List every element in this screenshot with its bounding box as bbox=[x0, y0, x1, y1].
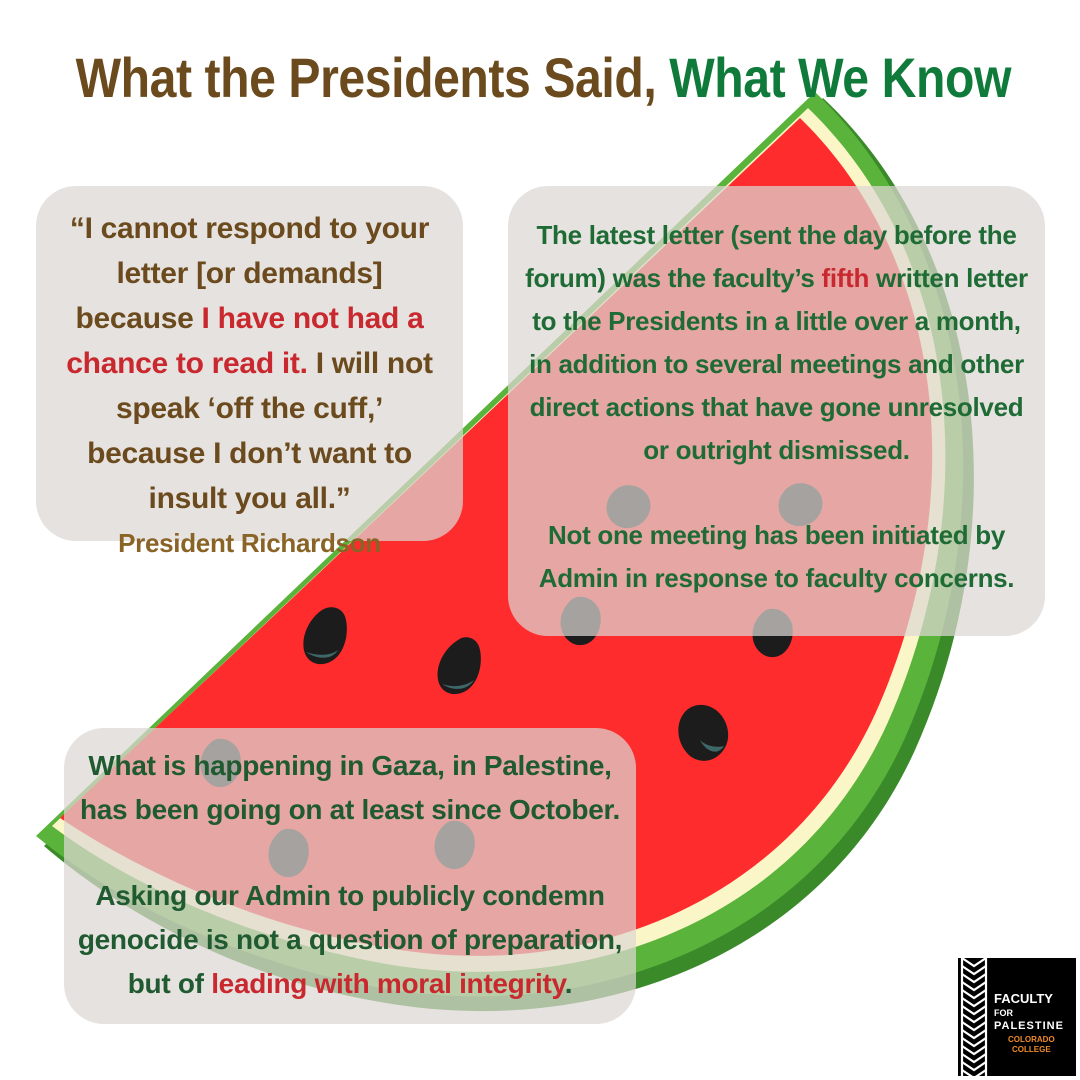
meeting-paragraph: Not one meeting has been initiated by Ad… bbox=[538, 520, 1015, 593]
gaza-paragraph: What is happening in Gaza, in Palestine,… bbox=[79, 750, 621, 825]
president-quote-box: “I cannot respond to your letter [or dem… bbox=[36, 186, 463, 558]
title-part-said: What the Presidents Said, bbox=[75, 46, 657, 109]
title-part-know: What We Know bbox=[669, 46, 1011, 109]
letter-text-highlight: fifth bbox=[821, 263, 870, 293]
logo-line-faculty: FACULTY bbox=[994, 991, 1053, 1006]
condemn-text-highlight: leading with moral integrity bbox=[211, 968, 565, 999]
quote-attribution: President Richardson bbox=[118, 528, 381, 558]
condemn-paragraph: Asking our Admin to publicly condemn gen… bbox=[64, 874, 636, 1006]
logo-line-for: FOR bbox=[994, 1008, 1013, 1018]
condemn-text-end: . bbox=[564, 968, 573, 999]
gaza-statement-box: What is happening in Gaza, in Palestine,… bbox=[64, 728, 636, 1024]
logo-line-colorado: COLORADO bbox=[1008, 1035, 1055, 1044]
logo-line-palestine: PALESTINE bbox=[994, 1020, 1064, 1032]
president-quote: “I cannot respond to your letter [or dem… bbox=[36, 186, 463, 521]
logo-line-college: COLLEGE bbox=[1012, 1045, 1051, 1054]
letter-paragraph: The latest letter (sent the day before t… bbox=[508, 186, 1045, 472]
letter-text-end: written letter to the Presidents in a li… bbox=[529, 263, 1028, 465]
what-we-know-box: The latest letter (sent the day before t… bbox=[508, 186, 1045, 636]
page-title: What the Presidents Said, What We Know bbox=[75, 42, 1012, 114]
keffiyeh-pattern-icon bbox=[958, 958, 990, 1076]
faculty-for-palestine-logo: FACULTY FOR PALESTINE COLORADO COLLEGE bbox=[958, 958, 1076, 1076]
